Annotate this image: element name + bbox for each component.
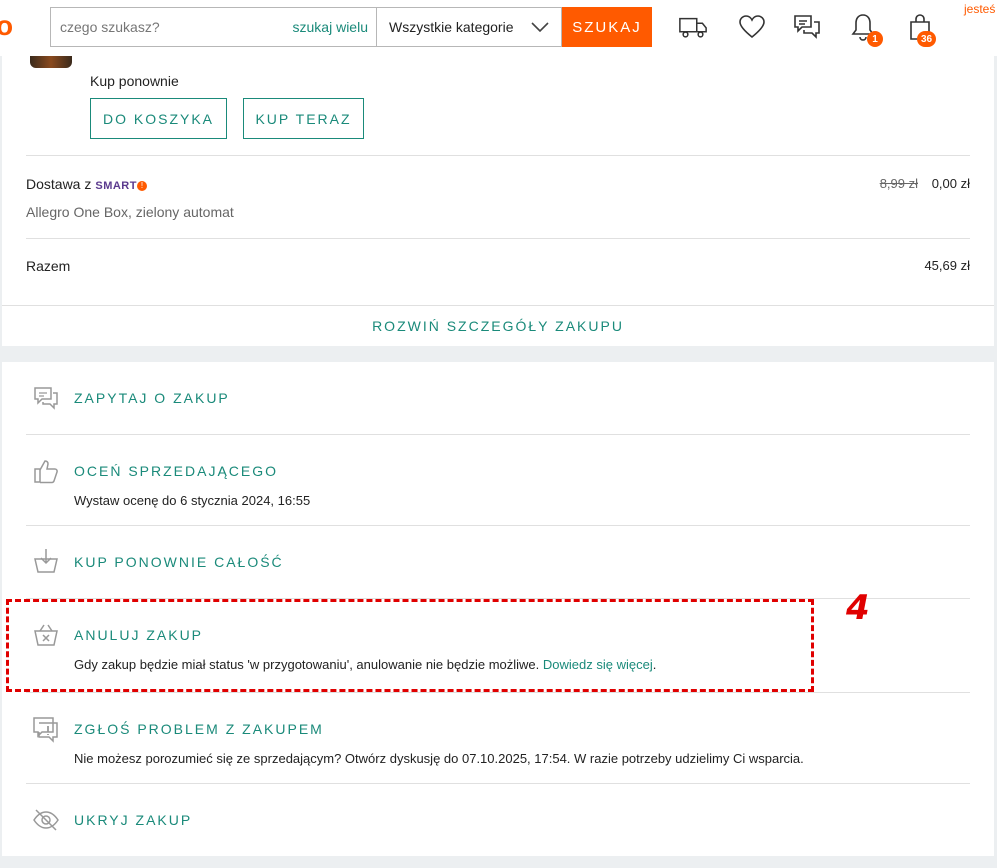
thumbs-up-icon [34, 460, 58, 484]
total-value: 45,69 zł [924, 258, 970, 273]
top-header: o szukaj wielu Wszystkie kategorie SZUKA… [0, 0, 997, 56]
annotation-number: 4 [846, 588, 870, 628]
buy-now-button[interactable]: KUP TERAZ [243, 98, 364, 139]
action-title[interactable]: ZAPYTAJ O ZAKUP [74, 390, 230, 406]
action-ask-about-purchase[interactable]: ZAPYTAJ O ZAKUP [2, 362, 994, 434]
search-box: szukaj wielu [50, 7, 377, 47]
messages-icon[interactable] [792, 12, 822, 42]
delivery-truck-icon[interactable] [678, 12, 708, 42]
cart-badge: 36 [917, 31, 937, 47]
eye-hidden-icon [33, 809, 59, 831]
chevron-down-icon [531, 22, 549, 32]
report-problem-icon [33, 717, 58, 743]
product-thumbnail[interactable] [30, 56, 72, 68]
divider [26, 238, 970, 239]
action-description: Wystaw ocenę do 6 stycznia 2024, 16:55 [74, 493, 311, 508]
delivery-method: Allegro One Box, zielony automat [26, 204, 234, 220]
order-summary-card: Kup ponownie DO KOSZYKA KUP TERAZ Dostaw… [2, 56, 994, 346]
delivery-label: Dostawa z SMART! [26, 176, 147, 192]
basket-download-icon [34, 549, 58, 573]
annotation-highlight-box [6, 599, 814, 692]
action-title[interactable]: UKRYJ ZAKUP [74, 812, 192, 828]
smart-logo: SMART [95, 180, 137, 192]
delivery-label-text: Dostawa z [26, 176, 92, 192]
search-many-link[interactable]: szukaj wielu [293, 19, 377, 35]
add-to-cart-button[interactable]: DO KOSZYKA [90, 98, 227, 139]
action-rate-seller[interactable]: OCEŃ SPRZEDAJĄCEGO Wystaw ocenę do 6 sty… [2, 435, 994, 525]
action-title[interactable]: KUP PONOWNIE CAŁOŚĆ [74, 554, 284, 570]
expand-details-button[interactable]: ROZWIŃ SZCZEGÓŁY ZAKUPU [2, 305, 994, 346]
action-title[interactable]: OCEŃ SPRZEDAJĄCEGO [74, 463, 278, 479]
action-hide-purchase[interactable]: UKRYJ ZAKUP [2, 784, 994, 856]
action-title[interactable]: ZGŁOŚ PROBLEM Z ZAKUPEM [74, 721, 324, 737]
delivery-price-old: 8,99 zł [879, 176, 918, 191]
buy-again-label: Kup ponownie [90, 73, 179, 89]
account-greeting[interactable]: jesteś [964, 2, 995, 16]
action-description: Nie możesz porozumieć się ze sprzedający… [74, 751, 804, 766]
delivery-price-new: 0,00 zł [931, 176, 970, 191]
allegro-logo[interactable]: o [0, 10, 13, 42]
chat-bubbles-icon [34, 387, 58, 410]
divider [26, 155, 970, 156]
heart-icon[interactable] [737, 12, 767, 42]
action-report-problem[interactable]: ZGŁOŚ PROBLEM Z ZAKUPEM Nie możesz poroz… [2, 693, 994, 783]
category-select[interactable]: Wszystkie kategorie [376, 7, 562, 47]
search-input[interactable] [51, 8, 293, 46]
total-label: Razem [26, 258, 71, 274]
search-button[interactable]: SZUKAJ [562, 7, 652, 47]
notifications-badge: 1 [867, 31, 883, 47]
smart-logo-mark: ! [136, 181, 147, 191]
category-select-value: Wszystkie kategorie [389, 19, 514, 35]
